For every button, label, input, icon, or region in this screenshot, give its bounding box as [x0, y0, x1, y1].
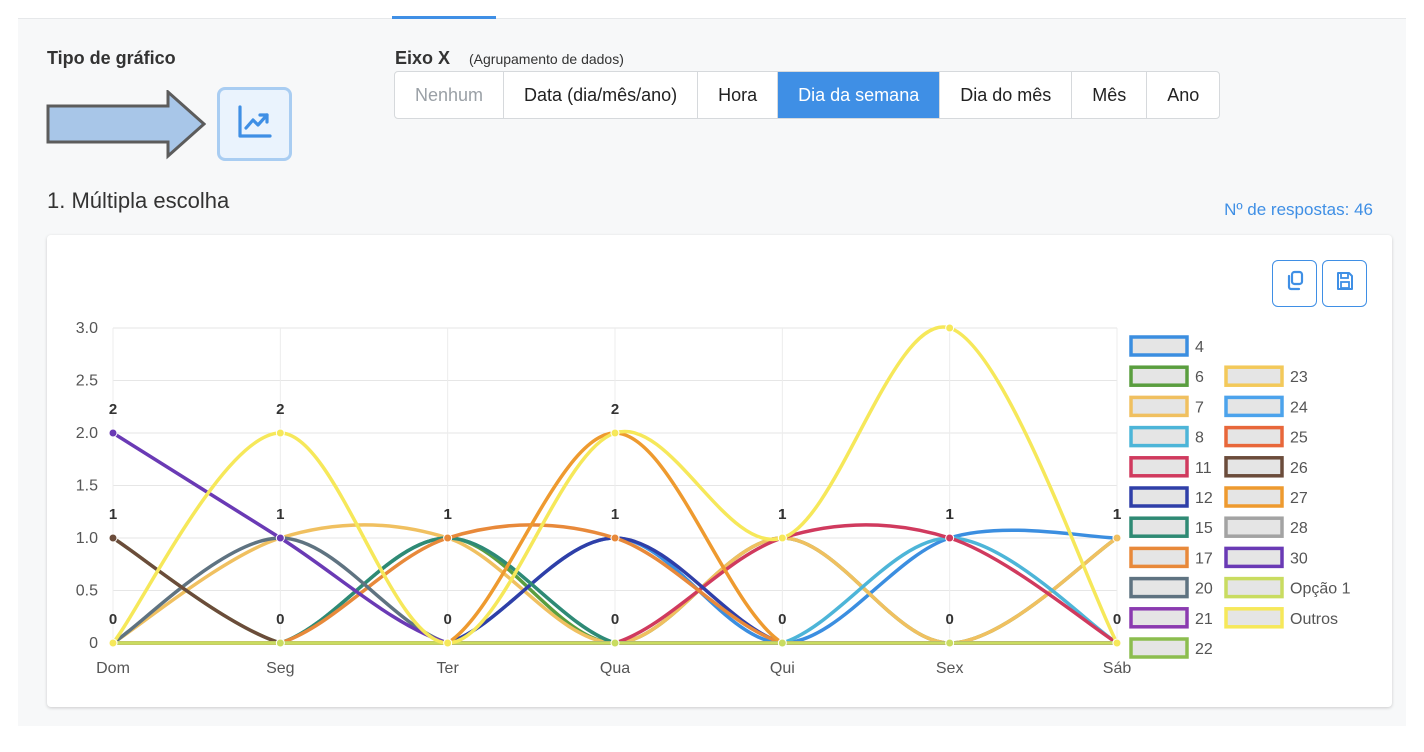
data-label: 1 [1113, 506, 1121, 523]
legend-swatch [1129, 576, 1189, 599]
x-tick-label: Sex [936, 660, 964, 677]
legend-swatch [1224, 486, 1284, 508]
legend-swatch [1224, 425, 1284, 448]
data-point [610, 638, 620, 648]
data-label: 0 [1113, 611, 1121, 628]
legend-label: 25 [1290, 430, 1308, 447]
legend-swatch [1224, 576, 1284, 599]
y-tick-label: 2.0 [76, 425, 98, 442]
legend-label: 27 [1290, 490, 1308, 507]
legend-swatch [1129, 637, 1189, 659]
y-tick-label: 0 [89, 635, 98, 652]
legend-label: 21 [1195, 611, 1213, 628]
data-label: 2 [611, 401, 619, 418]
legend-label: 11 [1195, 460, 1212, 477]
legend-label: 4 [1195, 339, 1204, 356]
legend-swatch [1224, 365, 1284, 387]
data-label: 1 [109, 506, 117, 523]
data-point [108, 533, 118, 543]
legend-label: 17 [1195, 550, 1213, 567]
legend-label: 20 [1195, 581, 1213, 598]
data-point [777, 533, 787, 543]
legend-swatch [1129, 607, 1189, 629]
data-point [945, 323, 955, 333]
legend-swatch [1129, 425, 1189, 448]
legend-swatch [1129, 335, 1189, 357]
data-point [108, 638, 118, 648]
data-point [945, 533, 955, 543]
legend-swatch [1129, 516, 1189, 538]
legend-swatch [1129, 456, 1189, 478]
legend-label: Outros [1290, 611, 1338, 628]
y-tick-label: 1.5 [76, 478, 98, 495]
legend-label: Opção 1 [1290, 581, 1351, 598]
legend-label: 24 [1290, 399, 1308, 416]
y-tick-label: 2.5 [76, 373, 98, 390]
data-point [275, 533, 285, 543]
data-label: 1 [443, 506, 451, 523]
legend-swatch [1129, 546, 1189, 569]
legend-label: 23 [1290, 369, 1308, 386]
data-point [610, 428, 620, 438]
legend-swatch [1224, 546, 1284, 569]
y-tick-label: 3.0 [76, 320, 98, 337]
legend-swatch [1224, 607, 1284, 629]
data-label: 0 [443, 611, 451, 628]
legend-label: 7 [1195, 399, 1204, 416]
legend-label: 28 [1290, 520, 1308, 537]
legend-label: 6 [1195, 369, 1204, 386]
data-point [610, 533, 620, 543]
data-label: 0 [945, 611, 953, 628]
data-point [1112, 638, 1122, 648]
data-point [777, 638, 787, 648]
data-label: 0 [109, 611, 117, 628]
data-point [275, 428, 285, 438]
legend-swatch [1224, 456, 1284, 478]
x-tick-label: Qui [770, 660, 795, 677]
legend-label: 12 [1195, 490, 1213, 507]
legend-swatch [1129, 395, 1189, 418]
data-label: 1 [778, 506, 786, 523]
legend-label: 8 [1195, 430, 1204, 447]
legend-label: 26 [1290, 460, 1308, 477]
x-tick-label: Qua [600, 660, 630, 677]
data-label: 1 [276, 506, 284, 523]
legend-swatch [1224, 516, 1284, 538]
legend-label: 22 [1195, 641, 1213, 658]
legend-swatch [1129, 365, 1189, 387]
data-label: 0 [611, 611, 619, 628]
data-point [945, 638, 955, 648]
legend-swatch [1224, 395, 1284, 418]
data-label: 1 [611, 506, 619, 523]
y-tick-label: 1.0 [76, 530, 98, 547]
x-tick-label: Ter [437, 660, 460, 677]
line-chart: 0 0.5 1.0 1.5 2.0 2.5 3.0 Dom Seg Ter Qua Qui Sex Sáb… [76, 320, 1351, 677]
data-point [443, 533, 453, 543]
y-tick-label: 0.5 [76, 583, 98, 600]
legend-label: 30 [1290, 550, 1308, 567]
data-label: 2 [276, 401, 284, 418]
data-label: 0 [276, 611, 284, 628]
x-tick-label: Seg [266, 660, 294, 677]
data-point [108, 428, 118, 438]
data-point [1112, 533, 1122, 543]
data-point [443, 638, 453, 648]
x-tick-label: Dom [96, 660, 130, 677]
legend-swatch [1129, 486, 1189, 508]
data-label: 0 [778, 611, 786, 628]
data-label: 2 [109, 401, 117, 418]
x-tick-label: Sáb [1103, 660, 1132, 677]
data-label: 1 [945, 506, 953, 523]
data-point [275, 638, 285, 648]
legend-label: 15 [1195, 520, 1213, 537]
